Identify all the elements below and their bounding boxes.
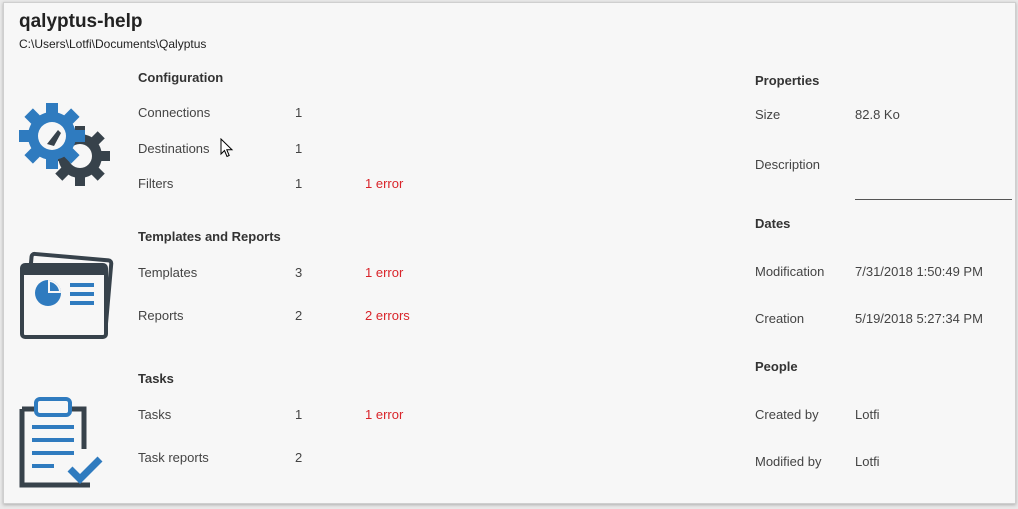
templates-label[interactable]: Templates — [138, 265, 197, 280]
clipboard-check-icon — [19, 397, 103, 488]
templates-error[interactable]: 1 error — [365, 265, 403, 280]
task-reports-count: 2 — [295, 450, 303, 465]
filters-count: 1 — [295, 176, 303, 191]
size-value: 82.8 Ko — [855, 107, 900, 122]
configuration-heading: Configuration — [138, 70, 224, 85]
description-underline — [855, 199, 1012, 200]
task-reports-label[interactable]: Task reports — [138, 450, 209, 465]
modified-by-label: Modified by — [755, 454, 822, 469]
project-path: C:\Users\Lotfi\Documents\Qalyptus — [19, 37, 207, 51]
tasks-heading: Tasks — [138, 371, 174, 386]
mouse-cursor-icon — [220, 138, 234, 158]
reports-label[interactable]: Reports — [138, 308, 184, 323]
gears-icon — [19, 103, 110, 186]
templates-count: 3 — [295, 265, 303, 280]
connections-label[interactable]: Connections — [138, 105, 210, 120]
people-heading: People — [755, 359, 798, 374]
creation-label: Creation — [755, 311, 805, 326]
description-label: Description — [755, 157, 821, 172]
modification-label: Modification — [755, 264, 825, 279]
creation-value: 5/19/2018 5:27:34 PM — [855, 311, 983, 326]
created-by-label: Created by — [755, 407, 819, 422]
tasks-label[interactable]: Tasks — [138, 407, 171, 422]
connections-count: 1 — [295, 105, 303, 120]
modification-value: 7/31/2018 1:50:49 PM — [855, 264, 983, 279]
size-label: Size — [755, 107, 781, 122]
filters-error[interactable]: 1 error — [365, 176, 403, 191]
report-template-icon — [20, 251, 114, 339]
dates-heading: Dates — [755, 216, 791, 231]
destinations-count: 1 — [295, 141, 303, 156]
project-title: qalyptus-help — [19, 11, 143, 32]
properties-heading: Properties — [755, 73, 820, 88]
tasks-error[interactable]: 1 error — [365, 407, 403, 422]
reports-count: 2 — [295, 308, 303, 323]
reports-error[interactable]: 2 errors — [365, 308, 410, 323]
created-by-value: Lotfi — [855, 407, 880, 422]
templates-reports-heading: Templates and Reports — [138, 229, 281, 244]
modified-by-value: Lotfi — [855, 454, 880, 469]
tasks-count: 1 — [295, 407, 303, 422]
destinations-label[interactable]: Destinations — [138, 141, 210, 156]
project-overview-card: qalyptus-help C:\Users\Lotfi\Documents\Q… — [3, 2, 1016, 504]
filters-label[interactable]: Filters — [138, 176, 173, 191]
